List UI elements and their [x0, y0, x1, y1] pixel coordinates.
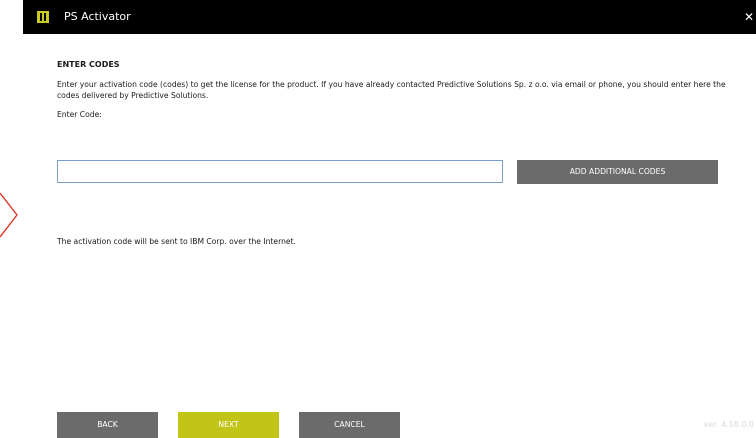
ps-activator-icon — [37, 11, 49, 23]
title-bar: PS Activator ✕ — [23, 0, 756, 34]
close-icon[interactable]: ✕ — [744, 9, 754, 25]
chevron-right-icon — [0, 192, 18, 238]
back-button[interactable]: BACK — [57, 412, 158, 438]
internet-notice: The activation code will be sent to IBM … — [57, 237, 296, 246]
enter-code-label: Enter Code: — [57, 110, 102, 119]
activation-code-input[interactable] — [57, 160, 503, 183]
next-button[interactable]: NEXT — [178, 412, 279, 438]
instructions-text: Enter your activation code (codes) to ge… — [57, 80, 726, 100]
section-heading: ENTER CODES — [57, 60, 120, 69]
cancel-button[interactable]: CANCEL — [299, 412, 400, 438]
ps-activator-window: PS Activator ✕ ENTER CODES Enter your ac… — [0, 0, 756, 438]
add-additional-codes-button[interactable]: ADD ADDITIONAL CODES — [517, 160, 718, 184]
version-label: ver. 4.18.0.0 — [703, 420, 754, 429]
window-title: PS Activator — [64, 10, 131, 23]
